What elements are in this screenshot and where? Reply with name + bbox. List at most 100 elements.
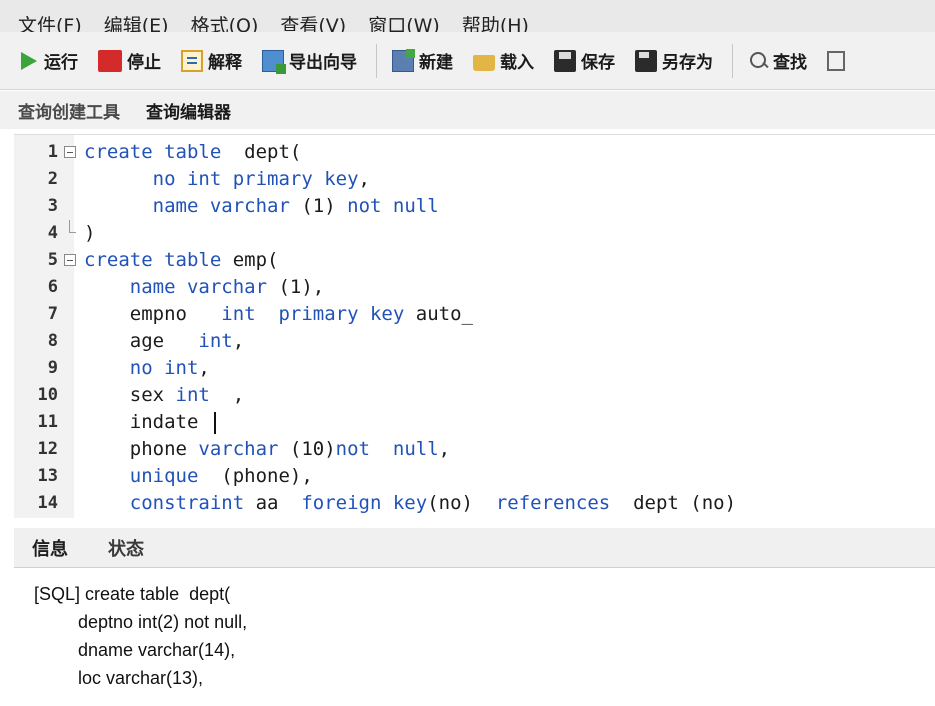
explain-button[interactable]: 解释	[178, 43, 245, 79]
sql-text: )	[84, 222, 96, 244]
code-line: 10 sex int ,	[14, 382, 935, 409]
code-line: 5 create table emp(	[14, 247, 935, 274]
line-number: 6	[47, 277, 58, 297]
save-icon	[554, 49, 576, 72]
sql-keyword: foreign key	[301, 492, 428, 514]
line-number: 9	[47, 358, 58, 378]
code-text: phone varchar (10)not null,	[84, 436, 450, 463]
tab-info[interactable]: 信息	[32, 535, 68, 561]
info-line: deptno int(2) not null,	[78, 612, 248, 632]
editor-tabs: 查询创建工具 查询编辑器	[0, 91, 935, 129]
line-number: 13	[37, 466, 58, 486]
sql-keyword: int	[175, 384, 210, 406]
menu-format[interactable]: 格式(O)	[191, 11, 259, 32]
fold-toggle-icon[interactable]	[64, 254, 76, 266]
sql-text: ,	[358, 168, 370, 190]
stop-icon	[98, 49, 122, 72]
code-text: indate	[84, 409, 216, 436]
menu-edit[interactable]: 编辑(E)	[104, 11, 169, 32]
sql-text: sex	[84, 384, 176, 406]
export-wizard-label: 导出向导	[289, 53, 357, 73]
sql-keyword: null	[392, 438, 439, 460]
menu-view[interactable]: 查看(V)	[280, 11, 346, 32]
sql-text: ,	[198, 357, 210, 379]
sql-keyword: constraint	[129, 492, 245, 514]
save-label: 保存	[581, 53, 615, 73]
run-label: 运行	[44, 53, 78, 73]
code-text: )	[84, 220, 95, 247]
load-button[interactable]: 载入	[470, 43, 537, 79]
explain-label: 解释	[208, 53, 242, 73]
info-line: dname varchar(14),	[78, 640, 236, 660]
new-label: 新建	[419, 53, 453, 73]
tab-query-editor[interactable]: 查询编辑器	[144, 92, 233, 129]
save-as-icon	[635, 49, 657, 72]
sql-text: auto_	[404, 303, 473, 325]
sql-text: (1),	[267, 276, 325, 298]
code-text: no int primary key,	[84, 166, 370, 193]
menu-window[interactable]: 窗口(W)	[368, 11, 440, 32]
save-button[interactable]: 保存	[551, 43, 618, 79]
sql-text: ,	[209, 384, 245, 406]
save-as-label: 另存为	[662, 53, 713, 73]
sql-keyword: no int	[129, 357, 199, 379]
sql-keyword: varchar	[198, 438, 279, 460]
line-number: 11	[37, 412, 58, 432]
code-text: constraint aa foreign key(no) references…	[84, 490, 736, 517]
export-wizard-button[interactable]: 导出向导	[259, 43, 360, 79]
sql-keyword: create table	[84, 249, 222, 271]
sql-keyword: int primary key	[221, 303, 405, 325]
sql-text: ,	[438, 438, 451, 460]
run-icon	[17, 50, 39, 72]
sql-keyword: unique	[129, 465, 199, 487]
code-line: 1 create table dept(	[14, 139, 935, 166]
code-line: 2 no int primary key,	[14, 166, 935, 193]
more-button[interactable]	[824, 43, 848, 79]
line-number: 14	[37, 493, 58, 513]
code-line: 9 no int,	[14, 355, 935, 382]
sql-text: empno	[84, 303, 222, 325]
run-button[interactable]: 运行	[14, 43, 81, 79]
code-line: 13 unique (phone),	[14, 463, 935, 490]
code-text: no int,	[84, 355, 210, 382]
tab-status[interactable]: 状态	[108, 535, 144, 561]
sql-keyword: create table	[84, 141, 222, 163]
sql-text: emp(	[221, 249, 279, 271]
new-icon	[392, 48, 415, 72]
menu-file[interactable]: 文件(F)	[18, 11, 82, 32]
line-number: 4	[47, 223, 58, 243]
code-text: age int,	[84, 328, 244, 355]
fold-toggle-icon[interactable]	[64, 146, 76, 158]
sql-text: age	[84, 330, 199, 352]
toolbar-divider	[376, 43, 377, 78]
stop-label: 停止	[127, 53, 161, 73]
code-text: empno int primary key auto_	[84, 301, 473, 328]
line-number: 5	[47, 250, 58, 270]
code-editor[interactable]: 1 create table dept(2 no int primary key,…	[14, 134, 935, 518]
sql-keyword: not null	[347, 195, 439, 217]
save-as-button[interactable]: 另存为	[632, 43, 716, 79]
info-line: loc varchar(13),	[78, 668, 204, 688]
find-button[interactable]: 查找	[745, 43, 810, 79]
code-text: create table emp(	[84, 247, 278, 274]
new-button[interactable]: 新建	[389, 43, 456, 79]
line-number: 10	[37, 385, 58, 405]
toolbar: 运行 停止 解释 导出向导 新建 载入 保存 另存为 查找	[0, 32, 935, 90]
tab-query-builder[interactable]: 查询创建工具	[16, 92, 122, 129]
sql-keyword: no int primary key	[152, 168, 359, 190]
load-label: 载入	[500, 53, 534, 73]
line-number: 7	[47, 304, 58, 324]
toolbar-divider	[732, 43, 733, 78]
menu-bar: 文件(F) 编辑(E) 格式(O) 查看(V) 窗口(W) 帮助(H)	[0, 0, 935, 32]
code-line: 6 name varchar (1),	[14, 274, 935, 301]
code-line: 11 indate	[14, 409, 935, 436]
stop-button[interactable]: 停止	[95, 43, 164, 79]
menu-help[interactable]: 帮助(H)	[462, 11, 529, 32]
